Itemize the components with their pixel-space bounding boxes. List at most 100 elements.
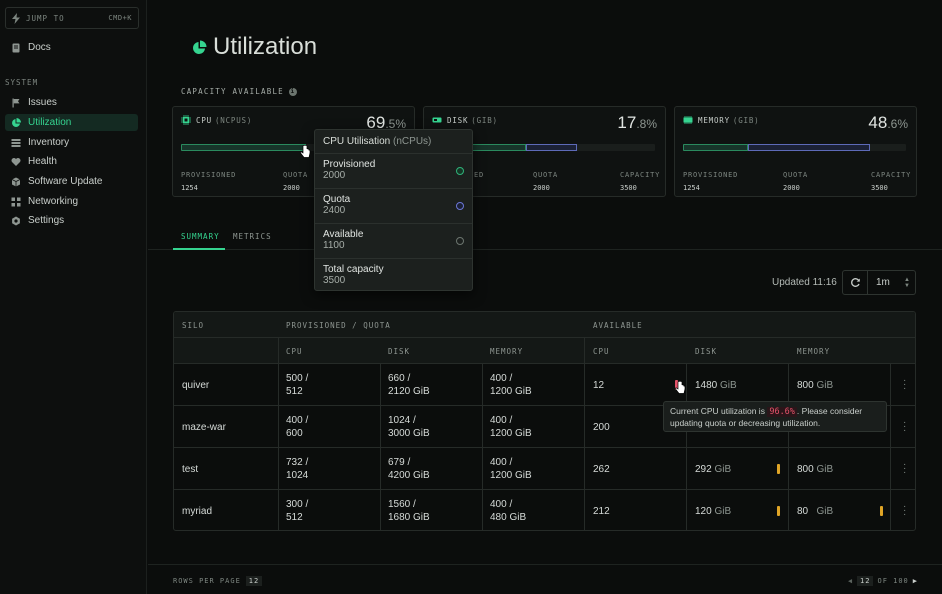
table-header-groups: SILO PROVISIONED / QUOTA AVAILABLE — [174, 312, 915, 338]
jump-to-label: JUMP TO — [26, 13, 65, 23]
popover-unit: (nCPUs) — [393, 136, 432, 147]
disk-warning-indicator[interactable] — [777, 506, 780, 516]
stat-label: CAPACITY — [620, 171, 661, 179]
stat-quota: QUOTA 2000 — [533, 171, 558, 192]
row-menu-icon[interactable]: · · · — [903, 502, 906, 520]
refresh-button[interactable] — [842, 270, 868, 295]
sidebar-item-health[interactable]: Health — [5, 153, 138, 170]
disk-percent: 17.8% — [617, 113, 657, 133]
header-cpu: CPU — [286, 347, 303, 356]
popover-row-value: 3500 — [323, 275, 346, 286]
memory-warning-indicator[interactable] — [880, 506, 883, 516]
popover-row-label: Provisioned — [323, 159, 376, 170]
disk-provisioned: 660 /2120 GiB — [388, 373, 430, 397]
heart-icon — [11, 157, 21, 166]
available-cpu: 262 — [593, 464, 610, 475]
jump-to-search[interactable]: JUMP TO CMD+K — [5, 7, 139, 29]
card-header: CPU (NCPUS) — [181, 115, 252, 125]
next-page-icon[interactable]: ▶ — [913, 577, 918, 585]
provisioned-segment — [181, 144, 306, 151]
sidebar-item-utilization[interactable]: Utilization — [5, 114, 138, 131]
popover-row-quota: Quota 2400 — [315, 189, 472, 224]
info-icon[interactable]: i — [288, 87, 297, 96]
sidebar-item-settings[interactable]: Settings — [5, 212, 138, 229]
card-header: DISK (GIB) — [432, 115, 498, 125]
stat-label: QUOTA — [783, 171, 809, 179]
memory-provisioned: 400 /1200 GiB — [490, 415, 532, 439]
pie-chart-icon — [193, 40, 207, 54]
refresh-interval-select[interactable]: 1m ▲ ▼ — [868, 270, 916, 295]
quota-segment — [525, 144, 577, 151]
row-menu-icon[interactable]: · · · — [903, 460, 906, 478]
card-title: CPU — [196, 115, 212, 125]
card-title: DISK — [447, 115, 469, 125]
rows-per-page: ROWS PER PAGE 12 — [173, 576, 263, 586]
cube-icon — [11, 177, 21, 186]
table-row-quiver[interactable]: quiver 500 /512 660 /2120 GiB 400 /1200 … — [174, 364, 915, 406]
page-number-input[interactable]: 12 — [857, 576, 874, 586]
stat-label: ED — [474, 171, 485, 179]
memory-usage-bar[interactable] — [683, 144, 906, 151]
gear-icon — [12, 216, 20, 225]
list-icon — [11, 138, 21, 147]
stat-label: QUOTA — [533, 171, 559, 179]
sidebar-item-issues[interactable]: Issues — [5, 94, 138, 111]
percent-dec: .8% — [636, 117, 657, 131]
sidebar-item-label: Settings — [28, 215, 65, 226]
header-available-disk: DISK — [695, 347, 718, 356]
available-legend-dot — [456, 237, 464, 245]
cpu-provisioned: 400 /600 — [286, 415, 309, 439]
row-menu-icon[interactable]: · · · — [903, 418, 906, 436]
table-row-test[interactable]: test 732 /1024 679 /4200 GiB 400 /1200 G… — [174, 448, 915, 490]
sidebar-item-label: Software Update — [28, 176, 103, 187]
stat-value: 1254 — [181, 184, 198, 192]
card-unit: (GIB) — [732, 115, 760, 125]
popover-row-value: 2000 — [323, 170, 346, 181]
header-available-cpu: CPU — [593, 347, 610, 356]
disk-icon — [432, 117, 442, 123]
stat-quota: QUOTA 2000 — [783, 171, 808, 192]
stat-value: 2000 — [783, 184, 800, 192]
header-memory: MEMORY — [490, 347, 524, 356]
memory-provisioned: 400 /1200 GiB — [490, 457, 532, 481]
disk-provisioned: 1560 /1680 GiB — [388, 499, 430, 523]
popover-row-label: Available — [323, 229, 364, 240]
memory-provisioned: 400 /480 GiB — [490, 499, 527, 523]
disk-warning-indicator[interactable] — [777, 464, 780, 474]
rows-per-page-select[interactable]: 12 — [245, 576, 263, 586]
sidebar-item-networking[interactable]: Networking — [5, 193, 138, 210]
popover-row-provisioned: Provisioned 2000 — [315, 154, 472, 189]
disk-provisioned: 679 /4200 GiB — [388, 457, 430, 481]
stat-value: 1254 — [683, 184, 700, 192]
network-icon — [11, 197, 21, 206]
row-menu-icon[interactable]: · · · — [903, 376, 906, 394]
available-disk: 120 GiB — [695, 506, 732, 517]
sidebar-item-inventory[interactable]: Inventory — [5, 134, 138, 151]
hand-cursor-icon — [675, 381, 686, 394]
tab-summary[interactable]: SUMMARY — [181, 232, 220, 241]
popover-title-text: CPU Utilisation — [323, 136, 391, 147]
tooltip-prefix: Current CPU utilization is — [670, 406, 765, 416]
available-disk: 292 GiB — [695, 464, 732, 475]
available-memory: 80 GiB — [797, 506, 834, 517]
popover-row-label: Total capacity — [323, 264, 384, 275]
card-title: MEMORY — [698, 115, 730, 125]
sidebar-item-software-update[interactable]: Software Update — [5, 173, 138, 190]
popover-row-value: 1100 — [323, 240, 345, 251]
sidebar-item-label: Issues — [28, 97, 57, 108]
tab-bar: SUMMARY METRICS — [148, 230, 942, 250]
sidebar-item-docs[interactable]: Docs — [5, 39, 138, 56]
popover-row-value: 2400 — [323, 205, 346, 216]
updated-timestamp: Updated 11:16 — [772, 277, 837, 288]
popover-row-available: Available 1100 — [315, 224, 472, 259]
sidebar-section-label: SYSTEM — [5, 78, 39, 87]
document-icon — [12, 43, 20, 52]
table-row-myriad[interactable]: myriad 300 /512 1560 /1680 GiB 400 /480 … — [174, 490, 915, 530]
percent-int: 48 — [868, 113, 888, 132]
prev-page-icon[interactable]: ◀ — [848, 577, 853, 585]
cpu-provisioned: 732 /1024 — [286, 457, 309, 481]
tab-metrics[interactable]: METRICS — [233, 232, 272, 241]
main-content: Utilization CAPACITY AVAILABLE i CPU (NCP… — [148, 0, 942, 594]
available-cpu: 212 — [593, 506, 610, 517]
sidebar-item-label: Networking — [28, 196, 79, 207]
